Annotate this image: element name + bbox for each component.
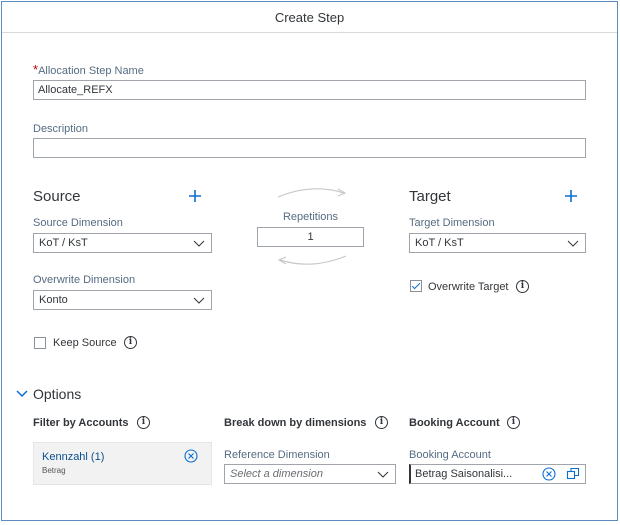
target-title: Target [409, 188, 451, 205]
repetitions-label: Repetitions [282, 211, 339, 223]
remove-filter-icon[interactable] [184, 449, 198, 463]
dialog-title: Create Step [2, 2, 617, 33]
description-label: Description [33, 123, 89, 135]
overwrite-dimension-label: Overwrite Dimension [33, 274, 136, 286]
reference-dimension-select[interactable]: Select a dimension [224, 464, 396, 484]
source-dimension-value: KoT / KsT [39, 237, 88, 249]
filter-token[interactable]: Kennzahl (1) Betrag [33, 442, 212, 485]
filter-token-subtitle: Betrag [42, 466, 66, 475]
breakdown-label: Break down by dimensions [224, 417, 367, 429]
cycle-arrow-top-icon [277, 188, 347, 198]
reference-dimension-placeholder: Select a dimension [230, 468, 323, 480]
options-title: Options [33, 386, 82, 402]
overwrite-target-info-icon[interactable]: i [516, 280, 529, 293]
filter-accounts-label: Filter by Accounts [33, 417, 129, 429]
overwrite-dimension-select[interactable]: Konto [33, 290, 212, 310]
booking-account-info-icon[interactable]: i [507, 416, 520, 429]
source-title: Source [33, 188, 81, 205]
step-name-input[interactable]: Allocate_REFX [33, 80, 586, 100]
keep-source-checkbox[interactable] [34, 337, 46, 349]
booking-account-label: Booking Account [409, 449, 491, 461]
add-target-icon[interactable] [563, 188, 579, 204]
cycle-arrow-bottom-icon [277, 255, 347, 265]
overwrite-dimension-value: Konto [39, 294, 68, 306]
source-dimension-select[interactable]: KoT / KsT [33, 233, 212, 253]
value-help-icon[interactable] [566, 467, 580, 481]
add-source-icon[interactable] [187, 188, 203, 204]
overwrite-target-checkbox[interactable] [410, 280, 422, 292]
booking-account-value: Betrag Saisonalisi... [415, 468, 513, 480]
booking-account-header: Booking Account [409, 417, 500, 429]
breakdown-info-icon[interactable]: i [375, 416, 388, 429]
step-name-label-text: Allocation Step Name [38, 65, 144, 77]
chevron-down-icon [377, 471, 389, 478]
filter-accounts-info-icon[interactable]: i [137, 416, 150, 429]
description-input[interactable] [33, 138, 586, 158]
overwrite-target-label: Overwrite Target [428, 281, 509, 293]
source-dimension-label: Source Dimension [33, 217, 123, 229]
keep-source-label: Keep Source [53, 337, 117, 349]
step-name-label: *Allocation Step Name [33, 62, 144, 77]
chevron-down-icon [193, 240, 205, 247]
reference-dimension-label: Reference Dimension [224, 449, 330, 461]
target-dimension-select[interactable]: KoT / KsT [409, 233, 586, 253]
create-step-dialog: Create Step *Allocation Step Name Alloca… [1, 1, 618, 521]
filter-token-title: Kennzahl (1) [42, 451, 105, 463]
booking-account-input[interactable]: Betrag Saisonalisi... [409, 464, 586, 484]
target-dimension-value: KoT / KsT [415, 237, 464, 249]
clear-booking-account-icon[interactable] [542, 467, 556, 481]
chevron-down-icon [193, 297, 205, 304]
repetitions-input[interactable]: 1 [257, 227, 364, 247]
options-collapse-icon[interactable] [16, 389, 28, 399]
chevron-down-icon [567, 240, 579, 247]
target-dimension-label: Target Dimension [409, 217, 495, 229]
keep-source-info-icon[interactable]: i [124, 336, 137, 349]
